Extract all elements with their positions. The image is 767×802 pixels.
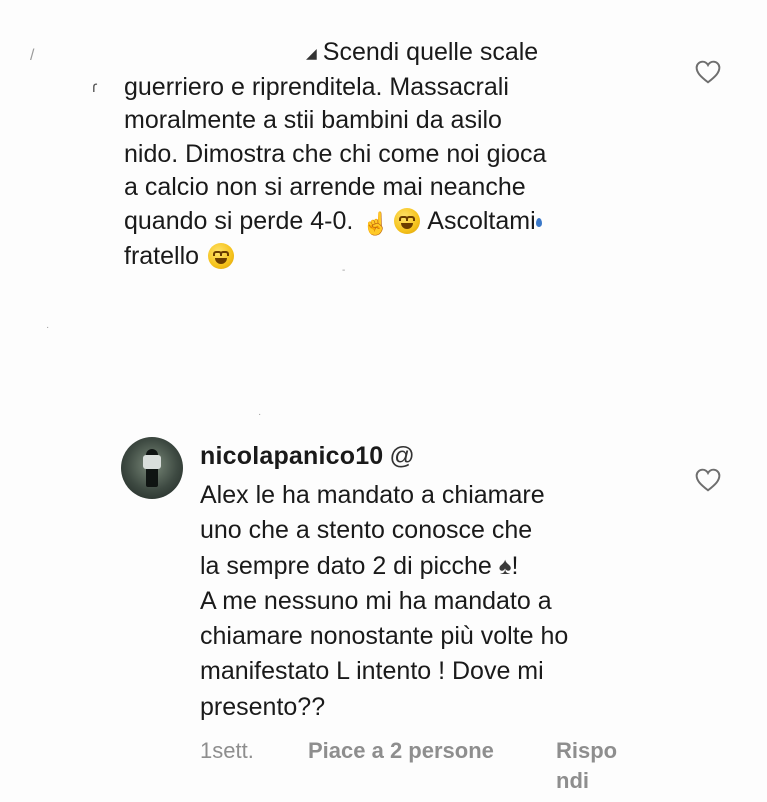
like-heart-icon[interactable] — [695, 60, 721, 84]
comment-2-line: Alex le ha mandato a chiamare — [200, 481, 545, 509]
spade-suit-icon: ♠ — [498, 552, 512, 580]
likes-count-link[interactable]: Piace a 2 persone — [308, 736, 494, 766]
comment-2-line: ! — [511, 551, 519, 580]
username-text[interactable]: nicolapanico10 — [200, 442, 383, 470]
mention-icon: @ — [389, 442, 416, 470]
raised-finger-emoji-icon: ☝ — [362, 210, 390, 236]
comment-1-line: nido. Dimostra che chi come noi gioca — [124, 139, 547, 168]
comment-timestamp: 1sett. — [200, 738, 254, 763]
avatar[interactable] — [121, 437, 183, 499]
comment-2-text: Alex le ha mandato a chiamare uno che a … — [200, 478, 670, 725]
reply-label-part[interactable]: ndi — [556, 768, 589, 793]
comment-2-username[interactable]: nicolapanico10 @ — [200, 442, 415, 471]
comment-1-line: Scendi quelle scale — [322, 38, 539, 66]
scan-speck: · — [46, 322, 50, 333]
comment-2-line: uno che a stento conosce che — [200, 516, 533, 545]
reply-label-part[interactable]: Rispo — [556, 738, 617, 763]
reply-button[interactable]: Rispo ndi — [556, 736, 617, 796]
comment-1-line: a calcio non si arrende mai neanche — [124, 173, 526, 201]
comment-2-line: la sempre dato 2 di picche — [200, 551, 492, 580]
comment-2-line: presento?? — [200, 692, 326, 721]
laughing-emoji-icon — [393, 207, 420, 234]
comment-1-line: Ascoltami — [427, 206, 536, 235]
comment-2-line: manifestato L intento ! Dove mi — [200, 657, 544, 686]
water-drop-icon — [535, 217, 542, 227]
comment-1-line: quando si perde 4-0. — [124, 206, 354, 235]
scan-speck: · — [258, 409, 262, 420]
comment-1-line: fratello — [124, 242, 200, 270]
like-heart-icon[interactable] — [695, 468, 721, 492]
scan-speck: / — [30, 47, 35, 64]
comment-2-line: A me nessuno mi ha mandato a — [200, 586, 552, 615]
comment-2-line: chiamare nonostante più volte ho — [200, 622, 569, 651]
scan-speck: ɾ — [92, 79, 98, 96]
comment-1-line: guerriero e riprenditela. Massacrali — [124, 72, 509, 101]
reply-marker-icon: ◢ — [306, 45, 317, 61]
comment-1-text: ◢ Scendi quelle scale guerriero e riprend… — [124, 36, 644, 274]
smiling-emoji-icon — [208, 243, 234, 269]
comment-1-line: moralmente a stii bambini da asilo — [124, 106, 502, 134]
